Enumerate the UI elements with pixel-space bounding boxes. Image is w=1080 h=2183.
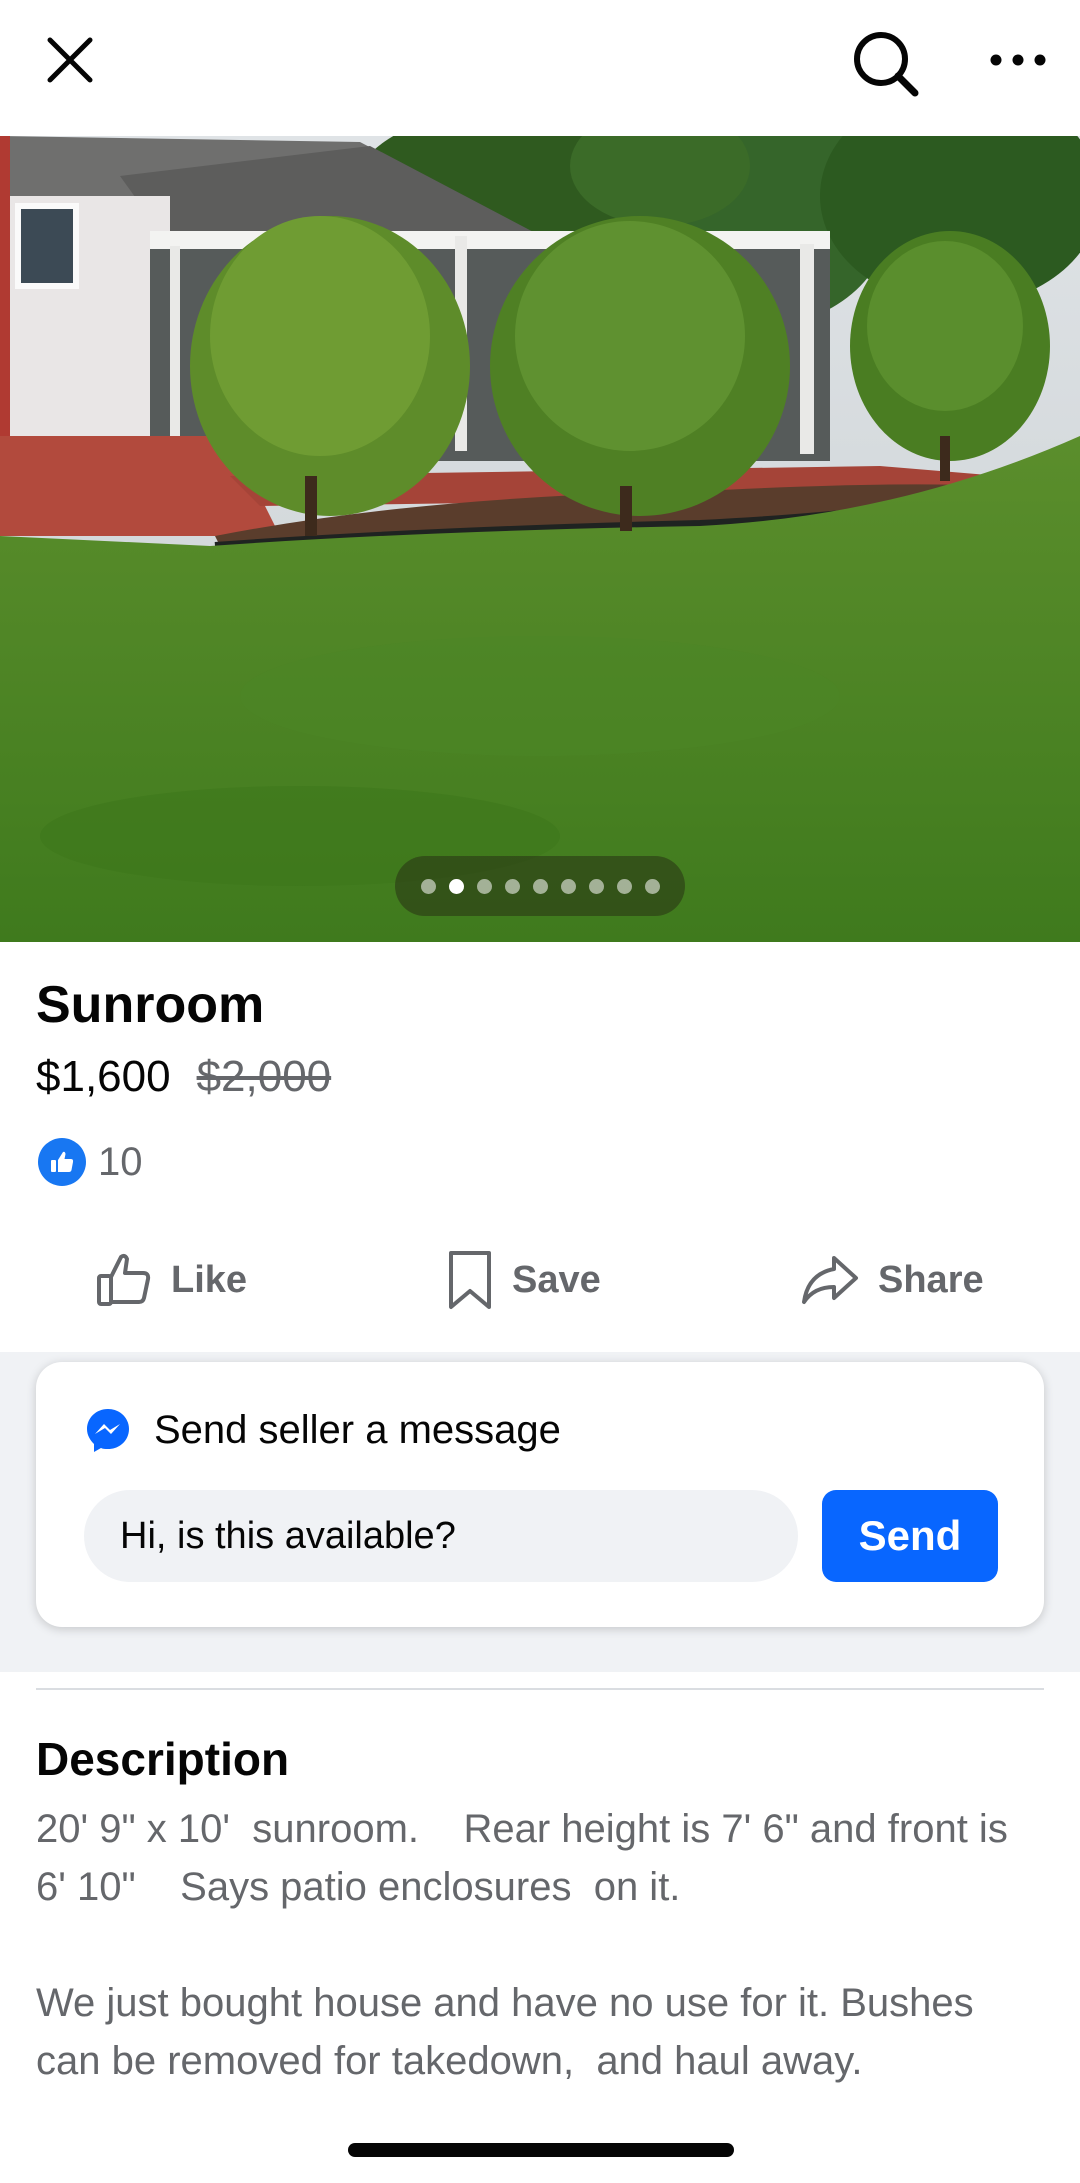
pagination-dot[interactable] <box>588 878 604 894</box>
pagination-dot[interactable] <box>476 878 492 894</box>
save-label: Save <box>512 1258 601 1301</box>
save-button[interactable]: Save <box>446 1240 601 1320</box>
photo-pagination[interactable] <box>395 856 685 916</box>
action-bar: Like Save Share <box>0 1240 1080 1320</box>
pagination-dot[interactable] <box>504 878 520 894</box>
message-input[interactable] <box>84 1490 798 1582</box>
pagination-dot[interactable] <box>532 878 548 894</box>
pagination-dot[interactable] <box>448 878 464 894</box>
top-bar <box>0 0 1080 136</box>
pagination-dot[interactable] <box>420 878 436 894</box>
original-price: $2,000 <box>196 1052 332 1101</box>
message-card-title: Send seller a message <box>154 1407 561 1452</box>
like-button[interactable]: Like <box>95 1240 247 1320</box>
thumbs-up-badge-icon <box>38 1138 86 1186</box>
share-button[interactable]: Share <box>800 1240 984 1320</box>
home-indicator[interactable] <box>348 2143 734 2157</box>
share-label: Share <box>878 1258 984 1301</box>
price-row: $1,600 $2,000 <box>36 1052 331 1102</box>
pagination-dot[interactable] <box>644 878 660 894</box>
send-button[interactable]: Send <box>822 1490 998 1582</box>
share-arrow-icon <box>802 1256 858 1304</box>
search-icon[interactable] <box>842 20 927 105</box>
like-count: 10 <box>98 1139 143 1184</box>
message-seller-card: Send seller a message Send <box>36 1362 1044 1627</box>
more-icon[interactable] <box>975 20 1060 100</box>
description-heading: Description <box>36 1733 290 1785</box>
bookmark-icon <box>449 1251 491 1309</box>
listing-photo[interactable] <box>0 136 1080 942</box>
listing-title: Sunroom <box>36 976 265 1034</box>
likes-summary[interactable]: 10 <box>38 1138 143 1186</box>
close-icon[interactable] <box>30 20 110 100</box>
current-price: $1,600 <box>36 1052 171 1101</box>
thumbs-up-icon <box>97 1253 151 1306</box>
messenger-icon <box>87 1409 129 1452</box>
pagination-dot[interactable] <box>616 878 632 894</box>
message-card-header: Send seller a message <box>84 1406 561 1454</box>
like-label: Like <box>171 1258 248 1301</box>
pagination-dot[interactable] <box>560 878 576 894</box>
divider <box>36 1688 1044 1690</box>
description-text: 20' 9" x 10' sunroom. Rear height is 7' … <box>36 1807 1008 2083</box>
